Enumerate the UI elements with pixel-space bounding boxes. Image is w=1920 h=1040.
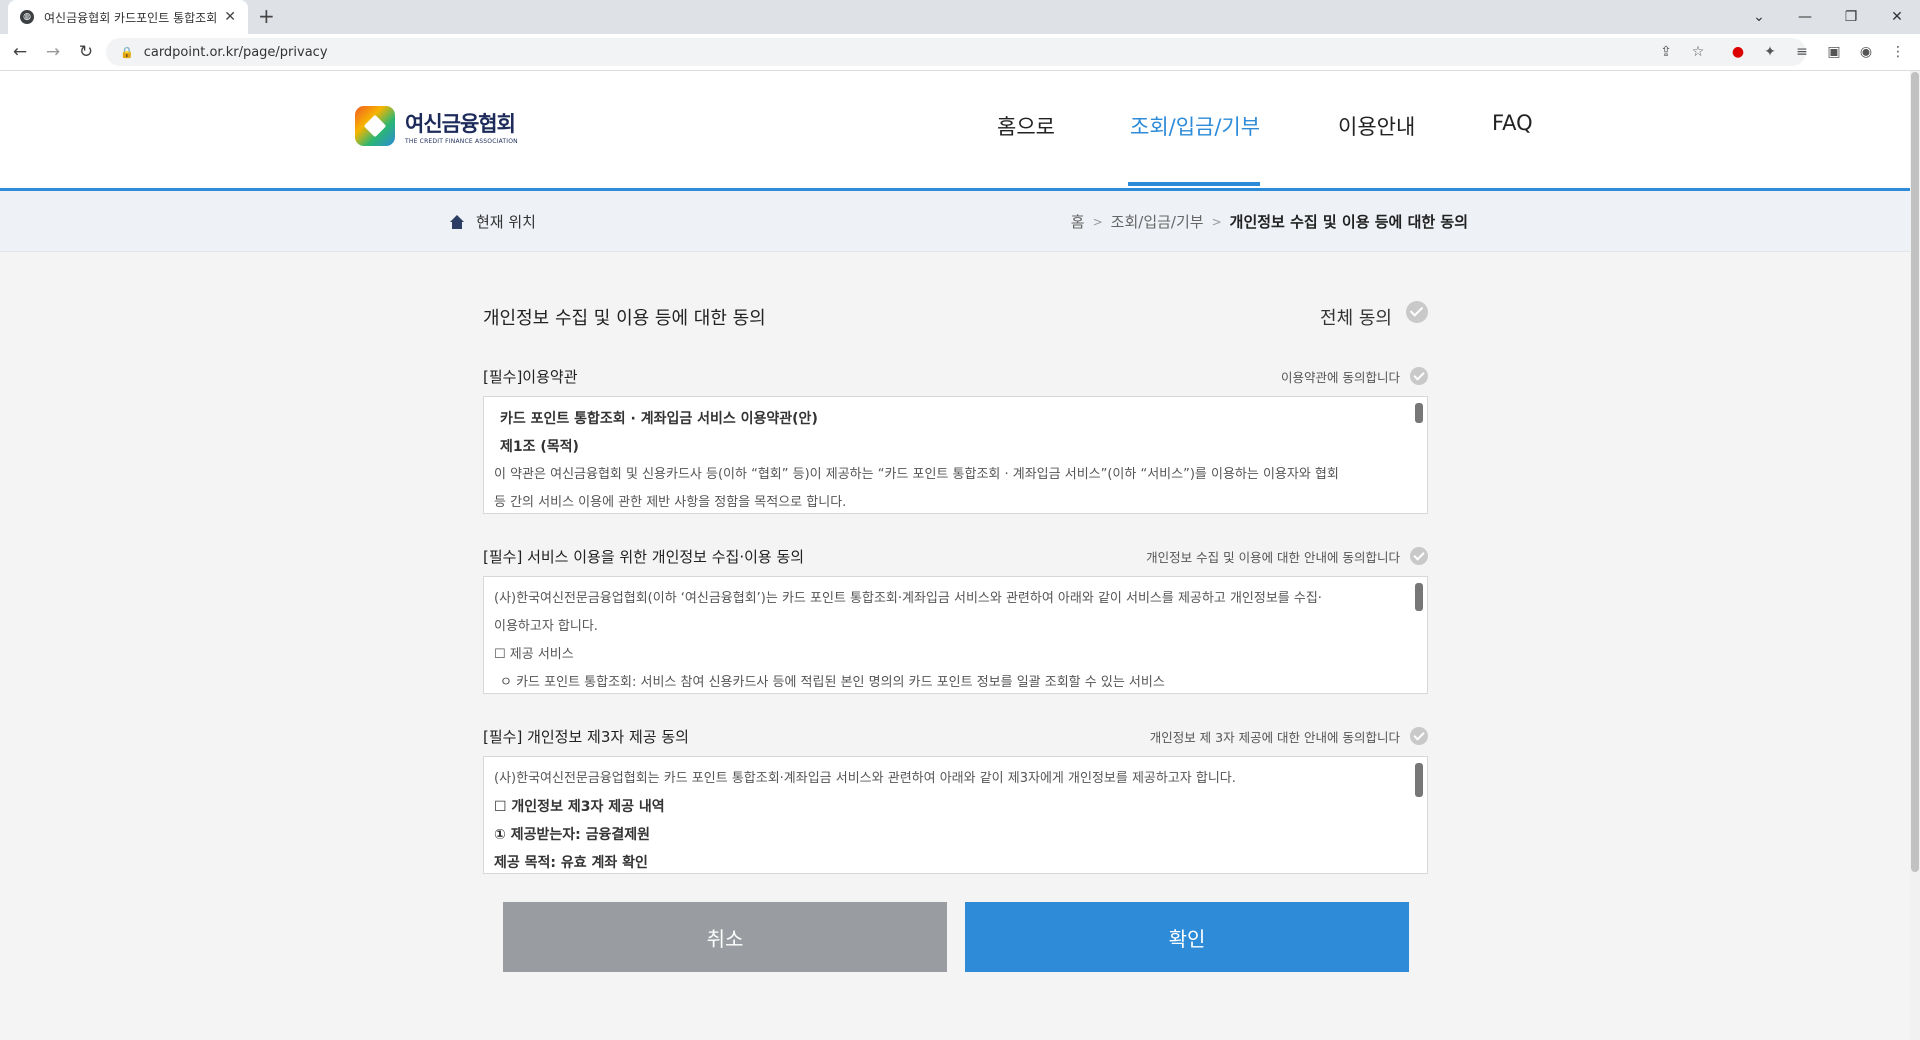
current-location: 현재 위치 xyxy=(450,211,536,232)
tab-search-icon[interactable]: ⌄ xyxy=(1736,0,1782,34)
terms-agree-label: 이용약관에 동의합니다 xyxy=(1281,369,1400,385)
reload-icon[interactable]: ↻ xyxy=(74,40,98,64)
forward-icon[interactable]: → xyxy=(41,40,65,64)
new-tab-icon[interactable]: + xyxy=(258,4,275,28)
terms-line: 카드 포인트 통합조회 · 계좌입금 서비스 이용약관(안) xyxy=(500,411,818,427)
third-party-agree-toggle[interactable]: 개인정보 제 3자 제공에 대한 안내에 동의합니다 xyxy=(1150,727,1428,746)
privacy-collection-line: ㅇ 카드 포인트 통합조회: 서비스 참여 신용카드사 등에 적립된 본인 명의… xyxy=(500,675,1165,690)
globe-icon: ◍ xyxy=(20,10,34,24)
breadcrumb-current: 개인정보 수집 및 이용 등에 대한 동의 xyxy=(1229,213,1468,231)
terms-section-title: [필수]이용약관 xyxy=(483,367,578,386)
menu-kebab-icon[interactable]: ⋮ xyxy=(1888,42,1908,62)
third-party-title: [필수] 개인정보 제3자 제공 동의 xyxy=(483,727,689,746)
profile-icon[interactable]: ◉ xyxy=(1856,42,1876,62)
all-agree-label: 전체 동의 xyxy=(1320,308,1392,329)
logo-mark-icon xyxy=(355,106,395,146)
back-icon[interactable]: ← xyxy=(8,40,32,64)
share-icon[interactable]: ⇪ xyxy=(1656,42,1676,62)
privacy-collection-line: ☐ 제공 서비스 xyxy=(494,647,574,662)
terms-line: 이 약관은 여신금융협회 및 신용카드사 등(이하 “협회” 등)이 제공하는 … xyxy=(494,467,1339,482)
minimize-icon[interactable]: — xyxy=(1782,0,1828,34)
privacy-collection-text-box[interactable]: (사)한국여신전문금융업협회(이하 ‘여신금융협회’)는 카드 포인트 통합조회… xyxy=(483,576,1428,694)
third-party-agree-label: 개인정보 제 3자 제공에 대한 안내에 동의합니다 xyxy=(1149,729,1400,745)
extension-record-icon[interactable]: ● xyxy=(1728,42,1748,62)
nav-guide[interactable]: 이용안내 xyxy=(1338,111,1415,141)
third-party-text-box[interactable]: (사)한국여신전문금융업협회는 카드 포인트 통합조회·계좌입금 서비스와 관련… xyxy=(483,756,1428,874)
nav-inquiry-deposit-donate[interactable]: 조회/입금/기부 xyxy=(1130,111,1260,141)
browser-tabstrip: ◍ 여신금융협회 카드포인트 통합조회 ✕ + ⌄ — ❐ ✕ xyxy=(0,0,1920,34)
site-header: 여신금융협회 THE CREDIT FINANCE ASSOCIATION 홈으… xyxy=(0,71,1910,191)
terms-section: [필수]이용약관 이용약관에 동의합니다 카드 포인트 통합조회 · 계좌입금 … xyxy=(483,362,1428,514)
third-party-section: [필수] 개인정보 제3자 제공 동의 개인정보 제 3자 제공에 대한 안내에… xyxy=(483,722,1428,874)
breadcrumb-inquiry[interactable]: 조회/입금/기부 xyxy=(1111,211,1204,232)
logo-subtitle: THE CREDIT FINANCE ASSOCIATION xyxy=(405,137,518,145)
third-party-line: ☐ 개인정보 제3자 제공 내역 xyxy=(494,799,665,815)
current-location-label: 현재 위치 xyxy=(476,213,536,231)
active-nav-underline xyxy=(1128,182,1260,186)
nav-home[interactable]: 홈으로 xyxy=(997,111,1055,141)
close-tab-icon[interactable]: ✕ xyxy=(224,9,236,25)
terms-scrollbar[interactable] xyxy=(1415,403,1423,505)
terms-agree-check-icon[interactable] xyxy=(1410,367,1428,385)
logo[interactable]: 여신금융협회 THE CREDIT FINANCE ASSOCIATION xyxy=(355,106,518,146)
third-party-line: (사)한국여신전문금융업협회는 카드 포인트 통합조회·계좌입금 서비스와 관련… xyxy=(494,771,1236,786)
media-icon[interactable]: ≡ xyxy=(1792,42,1812,62)
privacy-collection-agree-label: 개인정보 수집 및 이용에 대한 안내에 동의합니다 xyxy=(1146,549,1400,565)
terms-agree-toggle[interactable]: 이용약관에 동의합니다 xyxy=(1281,367,1428,386)
terms-line: 등 간의 서비스 이용에 관한 제반 사항을 정함을 목적으로 합니다. xyxy=(494,495,847,510)
privacy-collection-line: (사)한국여신전문금융업협회(이하 ‘여신금융협회’)는 카드 포인트 통합조회… xyxy=(494,591,1322,606)
all-agree-check-icon[interactable] xyxy=(1406,301,1428,323)
breadcrumb-bar: 현재 위치 홈 > 조회/입금/기부 > 개인정보 수집 및 이용 등에 대한 … xyxy=(0,191,1910,252)
all-agree-toggle[interactable]: 전체 동의 xyxy=(1320,301,1428,330)
third-party-check-icon[interactable] xyxy=(1410,727,1428,745)
nav-faq[interactable]: FAQ xyxy=(1492,111,1533,135)
cancel-button[interactable]: 취소 xyxy=(503,902,947,972)
third-party-scrollbar[interactable] xyxy=(1415,763,1423,865)
extensions-puzzle-icon[interactable]: ✦ xyxy=(1760,42,1780,62)
third-party-line: 제공 목적: 유효 계좌 확인 xyxy=(494,855,648,871)
privacy-collection-section: [필수] 서비스 이용을 위한 개인정보 수집·이용 동의 개인정보 수집 및 … xyxy=(483,542,1428,694)
bookmark-star-icon[interactable]: ☆ xyxy=(1688,42,1708,62)
breadcrumb: 홈 > 조회/입금/기부 > 개인정보 수집 및 이용 등에 대한 동의 xyxy=(1071,211,1468,232)
address-bar[interactable]: 🔒 cardpoint.or.kr/page/privacy xyxy=(106,38,1806,66)
home-icon xyxy=(450,214,464,229)
lock-icon: 🔒 xyxy=(120,45,134,59)
close-window-icon[interactable]: ✕ xyxy=(1874,0,1920,34)
page-scrollbar-thumb[interactable] xyxy=(1911,72,1919,872)
side-panel-icon[interactable]: ▣ xyxy=(1824,42,1844,62)
confirm-button[interactable]: 확인 xyxy=(965,902,1409,972)
breadcrumb-home[interactable]: 홈 xyxy=(1071,211,1085,232)
breadcrumb-separator: > xyxy=(1211,214,1222,229)
terms-line: 제1조 (목적) xyxy=(500,439,579,455)
restore-icon[interactable]: ❐ xyxy=(1828,0,1874,34)
privacy-collection-agree-toggle[interactable]: 개인정보 수집 및 이용에 대한 안내에 동의합니다 xyxy=(1146,547,1428,566)
tab-title: 여신금융협회 카드포인트 통합조회 xyxy=(44,10,218,25)
url-text: cardpoint.or.kr/page/privacy xyxy=(143,44,328,60)
privacy-collection-scrollbar[interactable] xyxy=(1415,583,1423,685)
browser-toolbar: ← → ↻ 🔒 cardpoint.or.kr/page/privacy ⇪ ☆… xyxy=(0,34,1920,71)
page-title: 개인정보 수집 및 이용 등에 대한 동의 xyxy=(483,308,766,329)
privacy-collection-check-icon[interactable] xyxy=(1410,547,1428,565)
terms-text-box[interactable]: 카드 포인트 통합조회 · 계좌입금 서비스 이용약관(안) 제1조 (목적) … xyxy=(483,396,1428,514)
privacy-collection-title: [필수] 서비스 이용을 위한 개인정보 수집·이용 동의 xyxy=(483,547,805,566)
browser-tab[interactable]: ◍ 여신금융협회 카드포인트 통합조회 ✕ xyxy=(8,0,248,34)
third-party-line: ① 제공받는자: 금융결제원 xyxy=(494,827,650,843)
privacy-collection-line: 이용하고자 합니다. xyxy=(494,619,598,634)
logo-name: 여신금융협회 xyxy=(405,111,516,136)
breadcrumb-separator: > xyxy=(1092,214,1103,229)
